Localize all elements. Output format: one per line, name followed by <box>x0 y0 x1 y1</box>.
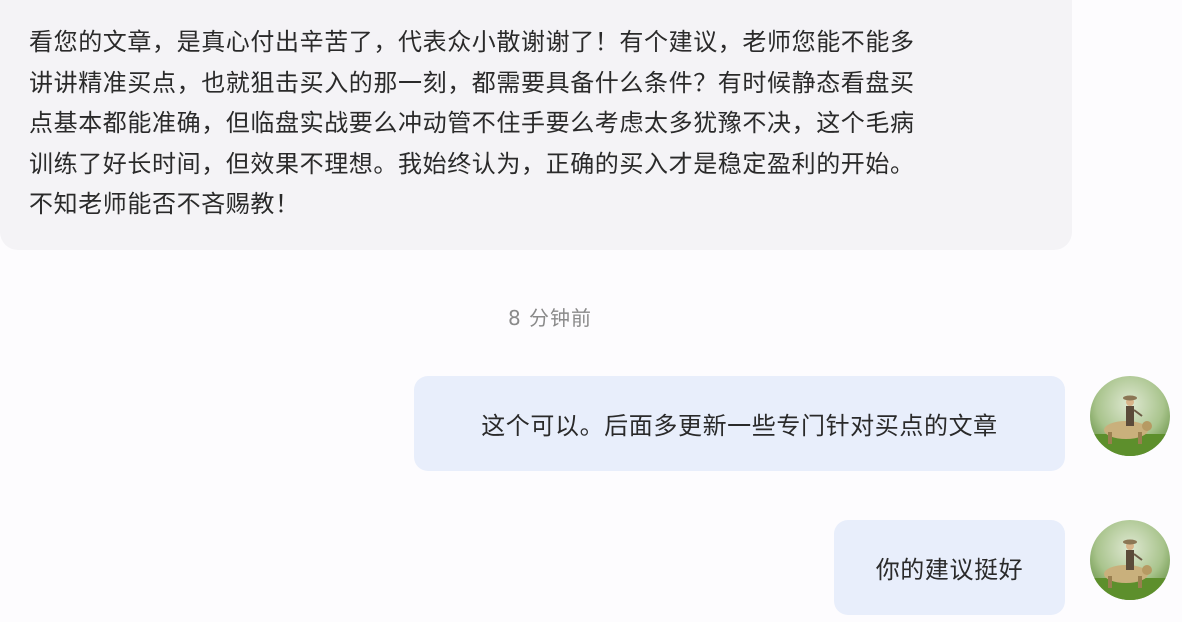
outgoing-message-bubble: 你的建议挺好 <box>834 520 1065 615</box>
avatar-image-icon <box>1090 520 1170 600</box>
outgoing-message-text: 这个可以。后面多更新一些专门针对买点的文章 <box>481 412 998 440</box>
user-avatar[interactable] <box>1090 376 1170 456</box>
incoming-message-text: 看您的文章，是真心付出辛苦了，代表众小散谢谢了！有个建议，老师您能不能多 讲讲精… <box>29 28 915 218</box>
outgoing-message-text: 你的建议挺好 <box>875 556 1024 584</box>
avatar-image-icon <box>1090 376 1170 456</box>
user-avatar[interactable] <box>1090 520 1170 600</box>
message-timestamp: 8 分钟前 <box>507 306 593 330</box>
outgoing-message-bubble: 这个可以。后面多更新一些专门针对买点的文章 <box>414 376 1065 471</box>
incoming-message-bubble: 看您的文章，是真心付出辛苦了，代表众小散谢谢了！有个建议，老师您能不能多 讲讲精… <box>0 0 1072 250</box>
